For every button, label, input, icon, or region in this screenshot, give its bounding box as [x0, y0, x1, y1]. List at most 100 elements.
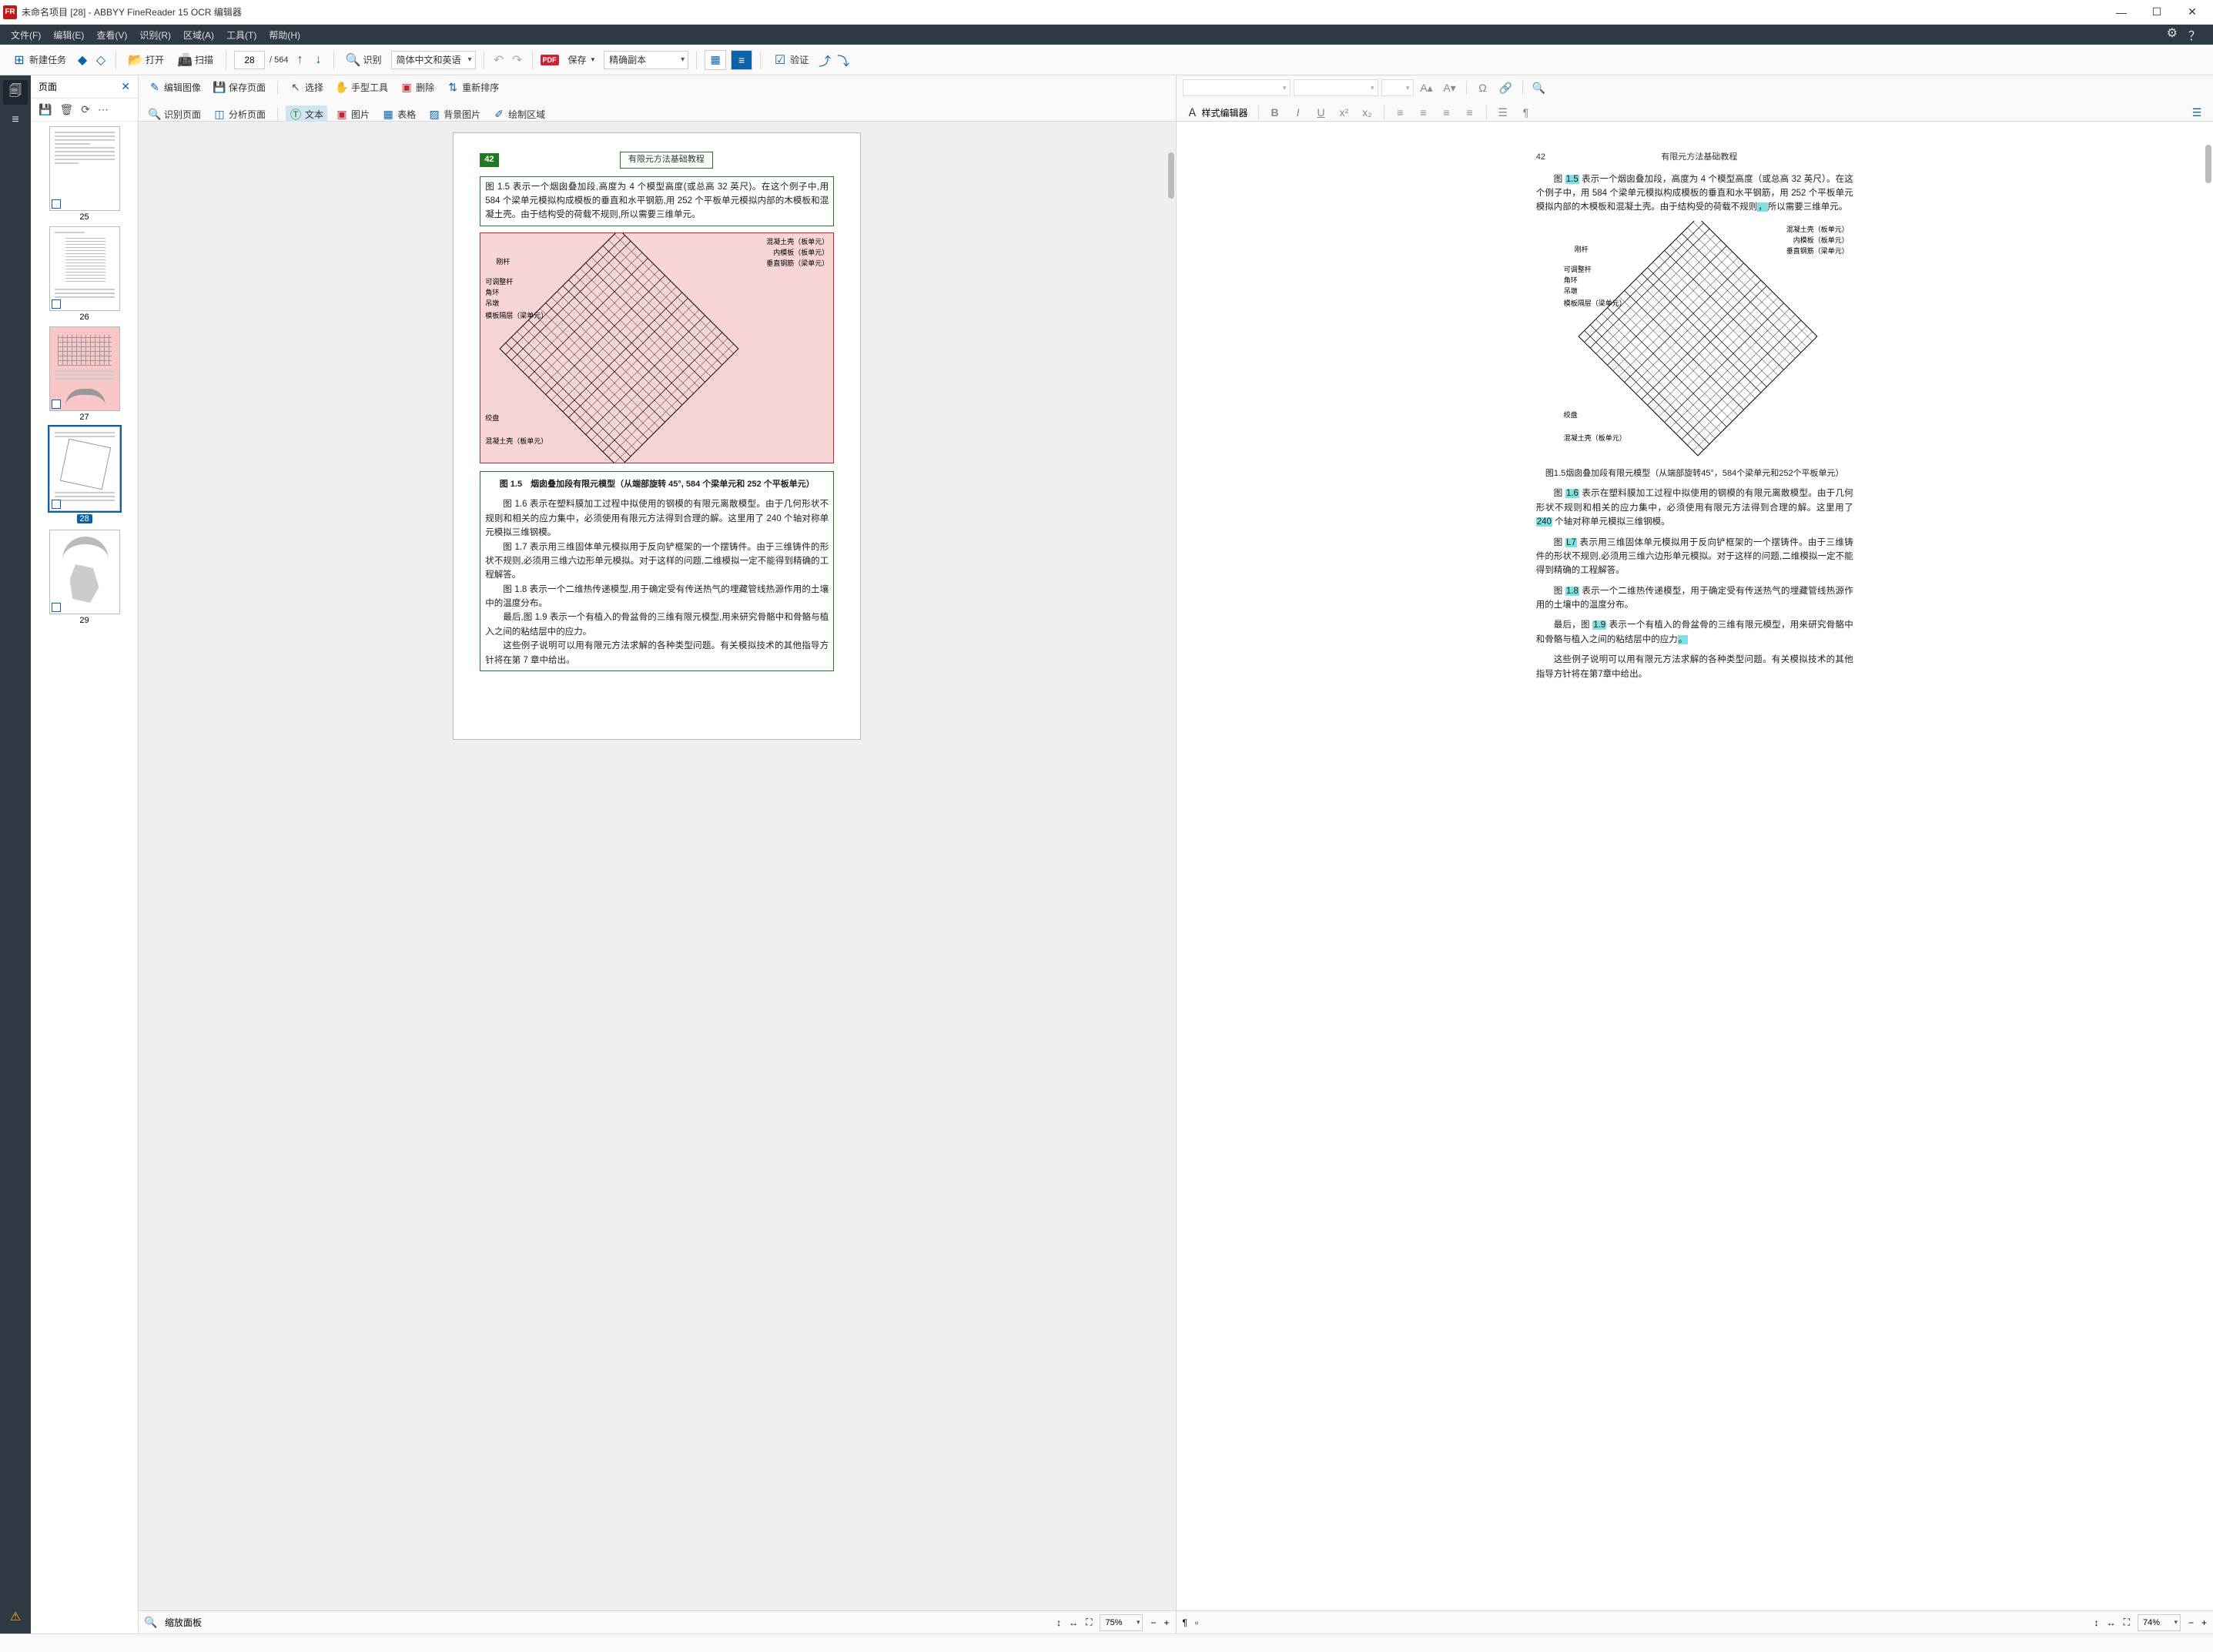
zoom-out-icon[interactable]: −: [1150, 1617, 1156, 1628]
language-select[interactable]: 简体中文和英语: [391, 51, 476, 69]
rail-warning-icon[interactable]: ⚠: [3, 1604, 28, 1629]
maximize-button[interactable]: ☐: [2139, 0, 2174, 25]
fit-page-icon[interactable]: ↕: [2094, 1617, 2099, 1628]
pilcrow-icon[interactable]: ¶: [1516, 103, 1536, 122]
page-up-icon[interactable]: ↑: [293, 53, 307, 67]
page-down-icon[interactable]: ↓: [312, 53, 326, 67]
open-button[interactable]: 📂打开: [124, 50, 169, 70]
search-icon[interactable]: 🔍: [1529, 79, 1549, 97]
font-decrease-icon[interactable]: A▾: [1440, 79, 1460, 97]
redo-icon[interactable]: ↷: [511, 53, 524, 67]
thumbnail-page[interactable]: 25: [49, 126, 120, 222]
menu-area[interactable]: 区域(A): [177, 25, 220, 45]
rail-pages-icon[interactable]: 🗐: [3, 80, 28, 105]
menu-tool[interactable]: 工具(T): [220, 25, 263, 45]
zoom-in-icon[interactable]: +: [1163, 1617, 1169, 1628]
text-area-button[interactable]: Ⓣ文本: [286, 105, 327, 123]
show-formatting-icon[interactable]: ¶: [1183, 1617, 1187, 1628]
text-paragraph[interactable]: 图 L7 表示用三维固体单元模拟用于反向铲框架的一个摆铸件。由于三维铸件的形状不…: [1536, 536, 1853, 578]
text-panel-content[interactable]: 42 有限元方法基础教程 图 1.5 表示一个烟囱叠加段，高度为 4 个模型高度…: [1177, 122, 2213, 1610]
fit-screen-icon[interactable]: ⛶: [2124, 1617, 2130, 1628]
verify-button[interactable]: ☑验证: [768, 50, 813, 70]
save-page-button[interactable]: 💾保存页面: [209, 79, 270, 96]
show-image-icon[interactable]: ▫: [1195, 1617, 1198, 1628]
reorder-button[interactable]: ⇅重新排序: [443, 79, 503, 96]
text-page[interactable]: 42 有限元方法基础教程 图 1.5 表示一个烟囱叠加段，高度为 4 个模型高度…: [1510, 132, 1880, 749]
delete-area-button[interactable]: ▣删除: [397, 79, 438, 96]
style-editor-button[interactable]: Ａ样式编辑器: [1183, 104, 1252, 122]
page-number-input[interactable]: [234, 51, 265, 69]
image-zoom-select[interactable]: 75%: [1100, 1614, 1143, 1631]
edit-image-button[interactable]: ✎编辑图像: [145, 79, 205, 96]
fit-width-icon[interactable]: ↔: [1069, 1617, 1078, 1628]
image-area-button[interactable]: ▣图片: [332, 105, 373, 123]
omega-icon[interactable]: Ω: [1473, 79, 1493, 97]
recognize-page-button[interactable]: 🔍识别页面: [145, 105, 205, 123]
ocr-text-region[interactable]: 图 1.5 表示一个烟囱叠加段,高度为 4 个模型高度(或总高 32 英尺)。在…: [480, 176, 834, 226]
menu-edit[interactable]: 编辑(E): [47, 25, 90, 45]
view-text-toggle[interactable]: ≡: [731, 50, 752, 70]
menu-help[interactable]: 帮助(H): [263, 25, 306, 45]
align-center-icon[interactable]: ≡: [1414, 103, 1434, 122]
thumb-more-icon[interactable]: ⋯: [98, 103, 109, 116]
thumbnails-close-icon[interactable]: ✕: [121, 80, 130, 93]
zoom-out-icon[interactable]: −: [2188, 1617, 2194, 1628]
zoom-in-icon[interactable]: +: [2201, 1617, 2207, 1628]
settings-slider-icon[interactable]: ☰: [2187, 103, 2207, 122]
style-select[interactable]: [1294, 79, 1378, 96]
select-tool-button[interactable]: ↖选择: [286, 79, 327, 96]
italic-icon[interactable]: I: [1288, 103, 1308, 122]
thumbnail-page[interactable]: 29: [49, 530, 120, 625]
thumb-rotate-icon[interactable]: ⟳: [81, 103, 90, 116]
bg-image-button[interactable]: ▨背景图片: [424, 105, 484, 123]
analyze-page-button[interactable]: ◫分析页面: [209, 105, 270, 123]
text-paragraph[interactable]: 这些例子说明可以用有限元方法求解的各种类型问题。有关模拟技术的其他指导方针将在第…: [1536, 653, 1853, 681]
fit-screen-icon[interactable]: ⛶: [1086, 1617, 1092, 1628]
undo-icon[interactable]: ↶: [492, 53, 506, 67]
draw-area-button[interactable]: ✐绘制区域: [489, 105, 549, 123]
text-zoom-select[interactable]: 74%: [2138, 1614, 2181, 1631]
send-down-icon[interactable]: ⤵: [836, 53, 850, 67]
font-increase-icon[interactable]: A▴: [1417, 79, 1437, 97]
fit-page-icon[interactable]: ↕: [1056, 1617, 1061, 1628]
settings-icon[interactable]: ⚙: [2167, 25, 2178, 44]
zoom-panel-icon[interactable]: 🔍: [145, 1617, 157, 1629]
thumbnail-page[interactable]: 27: [49, 326, 120, 422]
ocr-image-region[interactable]: 混凝土壳（板单元） 内模板（板单元） 垂直钢筋（梁单元） 刚杆 可调整杆 角环 …: [480, 232, 834, 463]
rail-list-icon[interactable]: ≡: [3, 108, 28, 132]
text-paragraph[interactable]: 图 1.8 表示一个二维热传递模型，用于确定受有传送热气的埋藏管线热源作用的土壤…: [1536, 584, 1853, 613]
font-family-select[interactable]: [1183, 79, 1291, 96]
help-icon[interactable]: ？: [2188, 25, 2201, 44]
save-button[interactable]: 保存▾: [564, 50, 600, 69]
superscript-icon[interactable]: x²: [1334, 103, 1354, 122]
subscript-icon[interactable]: x₂: [1358, 103, 1378, 122]
view-image-toggle[interactable]: ▦: [705, 50, 726, 70]
thumbnails-list[interactable]: 25 26 27 28 29: [31, 122, 138, 1634]
stack-down-icon[interactable]: ◇: [94, 53, 108, 67]
close-button[interactable]: ✕: [2174, 0, 2210, 25]
thumb-save-icon[interactable]: 💾: [39, 103, 52, 116]
menu-view[interactable]: 查看(V): [90, 25, 133, 45]
align-left-icon[interactable]: ≡: [1391, 103, 1411, 122]
fit-width-icon[interactable]: ↔: [2107, 1617, 2116, 1628]
new-task-button[interactable]: ⊞新建任务: [8, 50, 71, 70]
stack-up-icon[interactable]: ◆: [75, 53, 89, 67]
thumb-delete-icon[interactable]: 🗑: [59, 103, 73, 116]
text-paragraph[interactable]: 图 1.6 表示在塑料膜加工过程中拟使用的钢模的有限元离散模型。由于几何形状不规…: [1536, 487, 1853, 529]
link-icon[interactable]: 🔗: [1496, 79, 1516, 97]
line-spacing-icon[interactable]: ☰: [1493, 103, 1513, 122]
minimize-button[interactable]: —: [2104, 0, 2139, 25]
scan-button[interactable]: 📠扫描: [173, 50, 218, 70]
underline-icon[interactable]: U: [1311, 103, 1331, 122]
text-paragraph[interactable]: 图 1.5 表示一个烟囱叠加段，高度为 4 个模型高度（或总高 32 英尺）。在…: [1536, 172, 1853, 215]
thumbnail-page[interactable]: 28: [49, 426, 120, 525]
menu-recognize[interactable]: 识别(R): [133, 25, 177, 45]
menu-file[interactable]: 文件(F): [5, 25, 47, 45]
table-area-button[interactable]: ▦表格: [378, 105, 420, 123]
recognize-button[interactable]: 🔍识别: [342, 50, 387, 70]
image-panel-content[interactable]: 42 有限元方法基础教程 图 1.5 表示一个烟囱叠加段,高度为 4 个模型高度…: [139, 122, 1176, 1610]
align-justify-icon[interactable]: ≡: [1460, 103, 1480, 122]
send-up-icon[interactable]: ⤴: [818, 53, 832, 67]
hand-tool-button[interactable]: ✋手型工具: [332, 79, 392, 96]
text-paragraph[interactable]: 最后，图 1.9 表示一个有植入的骨盆骨的三维有限元模型，用来研究骨骼中和骨骼与…: [1536, 618, 1853, 647]
